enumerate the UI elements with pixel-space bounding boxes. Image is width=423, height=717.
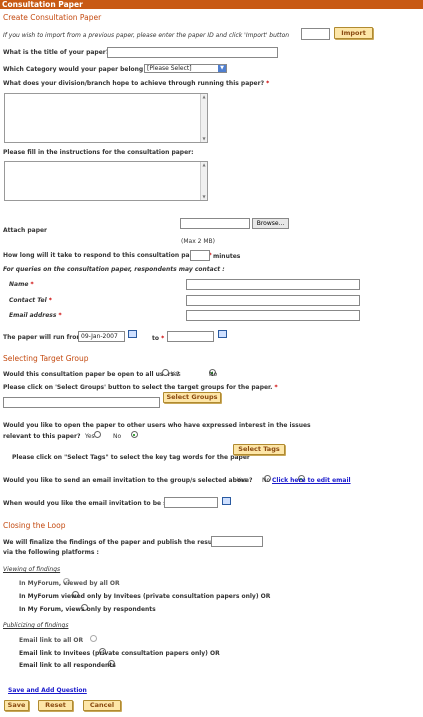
calendar-icon[interactable] <box>218 330 227 338</box>
contact-tel-label: Contact Tel * <box>9 297 52 304</box>
edit-email-link[interactable]: Click here to edit email <box>272 477 351 484</box>
run-to-input[interactable] <box>167 331 214 342</box>
scrollbar[interactable]: ▲ ▼ <box>200 162 207 200</box>
cancel-button[interactable]: Cancel <box>83 700 121 711</box>
scroll-up-icon[interactable]: ▲ <box>201 162 207 168</box>
chevron-down-icon: ▼ <box>218 65 226 72</box>
instructions-textarea[interactable]: ▲ ▼ <box>4 161 208 201</box>
target-group-heading: Selecting Target Group <box>3 354 89 363</box>
attach-label: Attach paper <box>3 227 48 234</box>
max-size-note: (Max 2 MB) <box>181 238 216 245</box>
yes-label: Yes <box>171 371 181 378</box>
calendar-icon[interactable] <box>222 497 231 505</box>
other-users-question: Would you like to open the paper to othe… <box>3 422 311 429</box>
reset-button[interactable]: Reset <box>38 700 73 711</box>
achieve-question: What does your division/branch hope to a… <box>3 80 270 87</box>
contact-name-label: Name * <box>9 281 34 288</box>
contact-name-input[interactable] <box>186 279 360 290</box>
category-select[interactable]: [Please Select] ▼ <box>144 64 227 73</box>
respond-question: How long will it take to respond to this… <box>3 252 212 259</box>
contact-tel-input[interactable] <box>186 295 360 306</box>
minutes-label: minutes <box>213 253 241 260</box>
scroll-down-icon[interactable]: ▼ <box>201 194 207 200</box>
email-when-question: When would you like the email invitation… <box>3 500 184 507</box>
paper-id-input[interactable] <box>301 28 330 40</box>
no-label: No <box>209 371 218 378</box>
open-all-question: Would this consultation paper be open to… <box>3 371 180 378</box>
respond-minutes-input[interactable] <box>190 250 210 261</box>
run-from-input[interactable]: 09-Jan-2007 <box>78 331 125 342</box>
save-button[interactable]: Save <box>4 700 29 711</box>
category-question: Which Category would your paper belong t… <box>3 66 161 73</box>
instructions-question: Please fill in the instructions for the … <box>3 149 194 156</box>
calendar-icon[interactable] <box>128 330 137 338</box>
publicizing-option-label: Email link to Invitees (private consulta… <box>19 650 220 657</box>
run-to-label: to * <box>152 335 165 342</box>
contact-intro: For queries on the consultation paper, r… <box>3 266 225 273</box>
open-all-yes-radio[interactable] <box>162 369 169 376</box>
import-button[interactable]: Import <box>334 27 373 39</box>
viewing-option-label: In My Forum, views only by respondents <box>19 606 156 613</box>
viewing-option-label: In MyForum, viewed by all OR <box>19 580 120 587</box>
contact-email-input[interactable] <box>186 310 360 321</box>
yes-label: Yes <box>85 433 95 440</box>
scrollbar[interactable]: ▲ ▼ <box>200 94 207 142</box>
select-groups-button[interactable]: Select Groups <box>163 392 221 403</box>
publicizing-findings-heading: Publicizing of findings <box>3 622 69 629</box>
target-groups-input[interactable] <box>3 397 160 408</box>
title-question: What is the title of your paper? * <box>3 49 114 56</box>
select-groups-prompt: Please click on 'Select Groups' button t… <box>3 384 278 391</box>
run-from-label: The paper will run from * <box>3 334 88 341</box>
contact-email-label: Email address * <box>9 312 62 319</box>
scroll-up-icon[interactable]: ▲ <box>201 94 207 100</box>
publicizing-option-label: Email link to all respondents <box>19 662 116 669</box>
no-label: No <box>262 477 271 484</box>
viewing-findings-heading: Viewing of findings <box>3 566 61 573</box>
email-when-input[interactable] <box>164 497 218 508</box>
select-tags-button[interactable]: Select Tags <box>233 444 285 455</box>
no-label: No <box>113 433 122 440</box>
closing-loop-heading: Closing the Loop <box>3 521 66 530</box>
attach-file-path[interactable] <box>180 218 250 229</box>
publicizing-option-label: Email link to all OR <box>19 637 84 644</box>
scroll-down-icon[interactable]: ▼ <box>201 136 207 142</box>
other-users-question-2: relevant to this paper? <box>3 433 81 440</box>
platforms-label: via the following platforms : <box>3 549 99 556</box>
publicizing-option-radio[interactable] <box>89 635 97 642</box>
title-input[interactable] <box>107 47 278 58</box>
finalize-date-input[interactable] <box>211 536 263 547</box>
save-and-add-question-link[interactable]: Save and Add Question <box>8 687 87 694</box>
finalize-question: We will finalize the findings of the pap… <box>3 539 236 546</box>
viewing-option-label: In MyForum viewed only by Invitees (priv… <box>19 593 271 600</box>
import-prompt: If you wish to import from a previous pa… <box>3 32 290 39</box>
achieve-textarea[interactable]: ▲ ▼ <box>4 93 208 143</box>
window-title: Consultation Paper <box>0 0 423 9</box>
select-tags-prompt: Please click on "Select Tags" to select … <box>12 454 250 461</box>
email-invitation-question: Would you like to send an email invitati… <box>3 477 253 484</box>
yes-label: Yes <box>237 477 247 484</box>
page-title: Create Consultation Paper <box>3 13 102 22</box>
other-users-no-radio[interactable] <box>130 431 138 438</box>
browse-button[interactable]: Browse... <box>252 218 289 229</box>
